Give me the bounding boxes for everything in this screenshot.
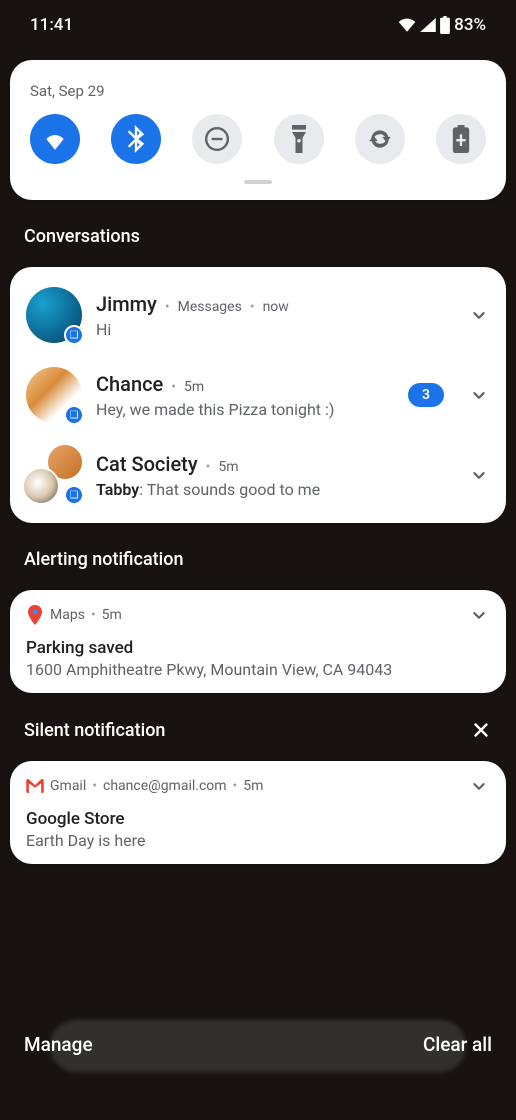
close-icon[interactable] <box>470 719 492 741</box>
conversation-body: Jimmy • Messages • now Hi <box>96 292 454 339</box>
status-right: 83% <box>398 15 486 35</box>
notification-app: Gmail <box>50 778 86 794</box>
messages-app-badge-icon: ❏ <box>64 485 84 505</box>
quick-settings-date: Sat, Sep 29 <box>26 76 490 114</box>
preview-sender: Tabby <box>96 480 139 499</box>
conversations-header: Conversations <box>0 200 516 257</box>
chevron-down-icon[interactable] <box>468 464 490 486</box>
notification-time: 5m <box>243 778 263 794</box>
messages-app-badge-icon: ❏ <box>64 405 84 425</box>
conversation-app: Messages <box>178 299 242 315</box>
chevron-down-icon[interactable] <box>468 384 490 406</box>
conversation-item[interactable]: ❏ Jimmy • Messages • now Hi <box>26 275 490 355</box>
notification-title: Google Store <box>26 809 490 829</box>
gmail-icon <box>26 777 44 795</box>
unread-count-badge: 3 <box>408 383 444 407</box>
avatar: ❏ <box>26 367 82 423</box>
conversation-time: now <box>263 299 289 315</box>
signal-icon <box>420 18 436 32</box>
notification-footer: Manage Clear all <box>0 1033 516 1056</box>
battery-icon <box>440 16 450 34</box>
notification-time: 5m <box>102 607 122 623</box>
battery-percent: 83% <box>454 15 486 35</box>
quick-settings-drag-handle[interactable] <box>244 180 272 184</box>
alerting-notification[interactable]: Maps • 5m Parking saved 1600 Amphitheatr… <box>10 590 506 693</box>
battery-saver-icon <box>452 125 470 153</box>
chevron-down-icon[interactable] <box>468 304 490 326</box>
bluetooth-icon <box>127 125 145 153</box>
quick-settings-row <box>26 114 490 174</box>
notification-body: 1600 Amphitheatre Pkwy, Mountain View, C… <box>26 660 490 679</box>
conversation-item[interactable]: ❏ Chance • 5m Hey, we made this Pizza to… <box>26 355 490 435</box>
conversation-preview: Hi <box>96 320 454 339</box>
avatar: ❏ <box>26 287 82 343</box>
wifi-toggle[interactable] <box>30 114 80 164</box>
status-bar: 11:41 83% <box>0 0 516 50</box>
conversation-body: Cat Society • 5m Tabby: That sounds good… <box>96 452 454 499</box>
preview-text: That sounds good to me <box>147 480 320 499</box>
dnd-icon <box>204 126 230 152</box>
notification-account: chance@gmail.com <box>103 778 227 794</box>
battery-saver-toggle[interactable] <box>436 114 486 164</box>
wifi-icon <box>42 128 68 150</box>
wifi-icon <box>398 18 416 32</box>
flashlight-icon <box>290 125 308 153</box>
conversation-time: 5m <box>184 379 204 395</box>
conversation-title: Jimmy <box>96 292 157 316</box>
conversation-preview: Tabby: That sounds good to me <box>96 480 454 499</box>
notification-body: Earth Day is here <box>26 831 490 850</box>
notification-app: Maps <box>50 607 85 623</box>
chevron-down-icon[interactable] <box>468 604 490 626</box>
flashlight-toggle[interactable] <box>274 114 324 164</box>
chevron-down-icon[interactable] <box>468 775 490 797</box>
group-avatar: ❏ <box>26 447 82 503</box>
conversations-card: ❏ Jimmy • Messages • now Hi ❏ Chance • 5… <box>10 267 506 523</box>
messages-app-badge-icon: ❏ <box>64 325 84 345</box>
dnd-toggle[interactable] <box>192 114 242 164</box>
silent-notification[interactable]: Gmail • chance@gmail.com • 5m Google Sto… <box>10 761 506 864</box>
silent-header-label: Silent notification <box>24 720 165 741</box>
auto-rotate-toggle[interactable] <box>355 114 405 164</box>
notification-title: Parking saved <box>26 638 490 658</box>
conversation-item[interactable]: ❏ Cat Society • 5m Tabby: That sounds go… <box>26 435 490 515</box>
clock: 11:41 <box>30 15 73 35</box>
silent-header: Silent notification <box>0 693 516 751</box>
alerting-header: Alerting notification <box>0 523 516 580</box>
conversation-time: 5m <box>218 459 238 475</box>
conversation-title: Chance <box>96 372 163 396</box>
quick-settings-panel: Sat, Sep 29 <box>10 60 506 200</box>
rotate-icon <box>367 126 393 152</box>
conversation-title: Cat Society <box>96 452 198 476</box>
bluetooth-toggle[interactable] <box>111 114 161 164</box>
conversation-body: Chance • 5m Hey, we made this Pizza toni… <box>96 372 394 419</box>
conversation-preview: Hey, we made this Pizza tonight :) <box>96 400 394 419</box>
manage-button[interactable]: Manage <box>24 1033 93 1056</box>
maps-icon <box>26 606 44 624</box>
clear-all-button[interactable]: Clear all <box>423 1033 492 1056</box>
